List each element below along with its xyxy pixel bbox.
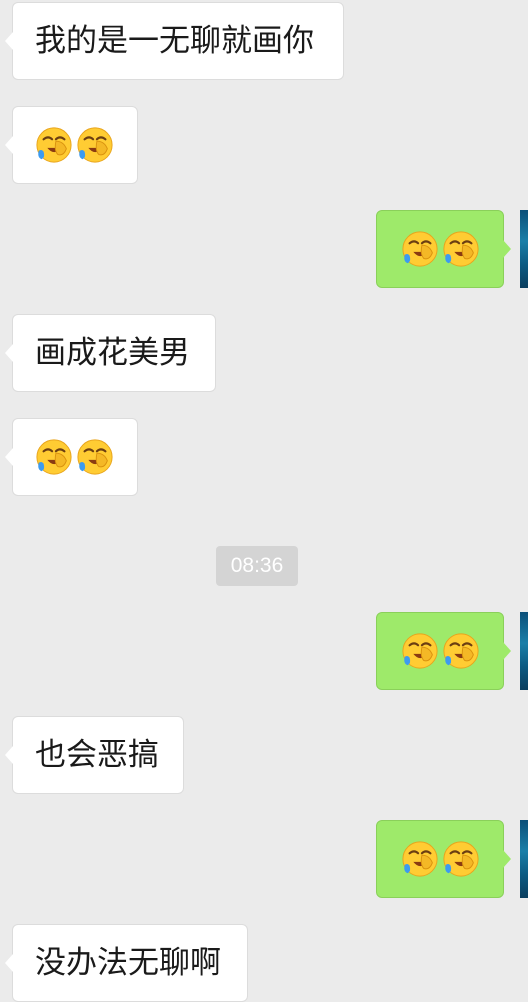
message-text: 也会恶搞 [35,736,159,773]
my-avatar[interactable] [520,210,528,288]
face-palm-crying-emoji [442,230,480,268]
face-palm-crying-emoji [442,632,480,670]
face-palm-crying-emoji [76,126,114,164]
incoming-emoji-bubble[interactable] [5,418,138,496]
message-text: 没办法无聊啊 [35,944,221,981]
incoming-message-bubble[interactable]: 画成花美男 [5,314,216,392]
chat-timestamp: 08:36 [216,546,298,586]
face-palm-crying-emoji [76,438,114,476]
face-palm-crying-emoji [442,840,480,878]
outgoing-emoji-bubble[interactable] [376,820,511,898]
incoming-emoji-bubble[interactable] [5,106,138,184]
face-palm-crying-emoji [401,632,439,670]
incoming-message-bubble[interactable]: 也会恶搞 [5,716,184,794]
incoming-message-bubble[interactable]: 没办法无聊啊 [5,924,248,1002]
my-avatar[interactable] [520,820,528,898]
outgoing-emoji-bubble[interactable] [376,210,511,288]
face-palm-crying-emoji [401,840,439,878]
message-text: 我的是一无聊就画你 [35,22,314,59]
face-palm-crying-emoji [35,438,73,476]
message-text: 画成花美男 [35,334,190,371]
my-avatar[interactable] [520,612,528,690]
face-palm-crying-emoji [401,230,439,268]
outgoing-emoji-bubble[interactable] [376,612,511,690]
incoming-message-bubble[interactable]: 我的是一无聊就画你 [5,2,344,80]
face-palm-crying-emoji [35,126,73,164]
